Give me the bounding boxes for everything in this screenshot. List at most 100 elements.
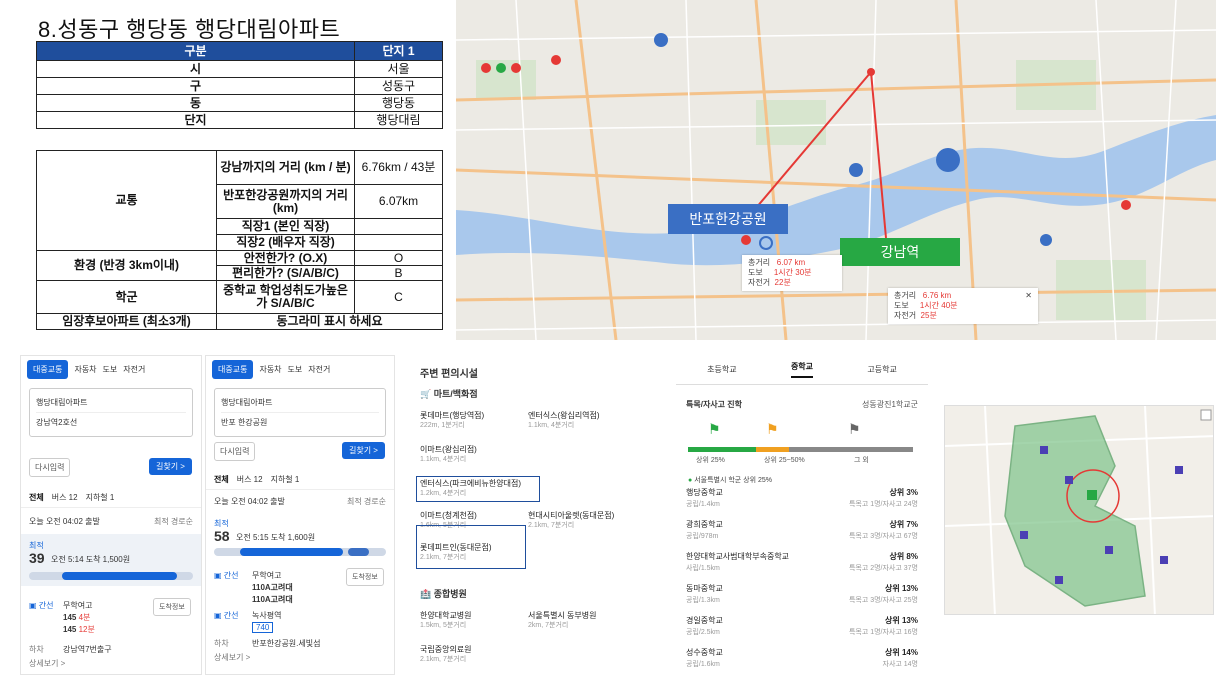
list-item[interactable]: 롯데피트인(동대문점) 2.1km, 7분거리 — [420, 543, 492, 563]
list-item[interactable]: 엔터식스(왕십리역점) 1.1km, 4분거리 — [528, 411, 600, 431]
rank-distribution-bar — [688, 447, 913, 452]
depart-time[interactable]: 오늘 오전 04:02 출발 — [29, 516, 100, 527]
detail-link[interactable]: 상세보기 > — [214, 652, 250, 663]
close-icon[interactable]: ✕ — [1025, 291, 1032, 301]
bus-item: 110A고려대 — [252, 595, 293, 604]
table-cell: 직장2 (배우자 직장) — [216, 234, 355, 251]
mode-transit-tab[interactable]: 대중교통 — [27, 359, 69, 379]
tab-bus[interactable]: 버스 12 — [52, 492, 78, 503]
legend-note: ● 서울특별시 학군 상위 25% — [688, 477, 772, 484]
list-item[interactable]: 성수중학교 공립/1.6km 상위 14% 자사고 14명 — [686, 647, 918, 673]
tab-high[interactable]: 고등학교 — [867, 364, 896, 375]
list-item[interactable]: 이마트(왕십리점) 1.1km, 4분거리 — [420, 445, 477, 465]
list-item[interactable]: 서울특별시 동부병원 2km, 7분거리 — [528, 611, 596, 631]
route-summary: 오전 5:14 도착 1,500원 — [51, 555, 131, 564]
mode-walk-tab[interactable]: 도보 — [103, 364, 118, 375]
mode-car-tab[interactable]: 자동차 — [259, 364, 281, 375]
transfer-stop: 녹사평역 — [252, 611, 282, 620]
table-cell: O — [354, 250, 443, 266]
tab-all[interactable]: 전체 — [29, 492, 44, 503]
mode-walk-tab[interactable]: 도보 — [288, 364, 303, 375]
table-header-cell: 구분 — [36, 41, 355, 61]
route-panel-banpo: 대중교통 자동차 도보 자전거 행당대림아파트 반포 한강공원 다시입력 길찾기… — [205, 355, 395, 675]
destination-input[interactable]: 강남역2호선 — [36, 413, 186, 432]
origin-input[interactable]: 행당대림아파트 — [36, 393, 186, 413]
tab-all[interactable]: 전체 — [214, 474, 229, 485]
table-cell: 단지 — [36, 111, 355, 129]
list-item[interactable]: 광희중학교 공립/978m 상위 7% 특목고 3명/자사고 67명 — [686, 519, 918, 545]
rank-flags: ⚑ ⚑ ⚑ — [688, 421, 918, 447]
table-cell — [354, 218, 443, 235]
page-title: 8.성동구 행당동 행당대림아파트 — [38, 17, 341, 42]
school-district-map[interactable] — [944, 405, 1214, 615]
list-item[interactable]: 한양대학교사범대학부속중학교 사립/1.5km 상위 8% 특목고 2명/자사고 37… — [686, 551, 918, 577]
sort-select[interactable]: 최적 경로순 — [347, 496, 386, 507]
list-item[interactable]: 엔터식스(파크에비뉴한양대점) 1.2km, 4분거리 — [420, 479, 521, 499]
table-cell: 강남까지의 거리 (km / 분) — [216, 150, 355, 185]
table-cell: 동 — [36, 94, 355, 112]
gangnam-distance-info: 총거리 6.76 km ✕ 도보 1시간 40분 자전거 25분 — [888, 288, 1038, 324]
evaluation-table: 교통 강남까지의 거리 (km / 분) 6.76km / 43분 반포한강공원까지… — [36, 150, 443, 330]
arrival-info-button[interactable]: 도착정보 — [346, 568, 384, 586]
sort-select[interactable]: 최적 경로순 — [154, 516, 193, 527]
table-row: 시 서울 — [36, 60, 443, 78]
list-item[interactable]: 롯데마트(행당역점) 222m, 1분거리 — [420, 411, 484, 431]
list-item[interactable]: 행당중학교 공립/1.4km 상위 3% 특목고 1명/자사고 24명 — [686, 487, 918, 513]
list-item[interactable]: 경일중학교 공립/2.5km 상위 13% 특목고 1명/자사고 16명 — [686, 615, 918, 641]
route-timeline-bar — [29, 572, 193, 580]
summary-table: 구분 단지 1 시 서울 구 성동구 동 행당동 단지 행당대림 — [36, 41, 443, 129]
alight-stop: 반포한강공원.세빛섬 — [252, 639, 321, 648]
tab-bus[interactable]: 버스 12 — [237, 474, 263, 485]
reset-button[interactable]: 다시입력 — [214, 442, 256, 461]
list-item[interactable]: 현대시티아울렛(동대문점) 2.1km, 7분거리 — [528, 511, 614, 531]
list-item[interactable]: 한양대학교병원 1.5km, 5분거리 — [420, 611, 472, 631]
reset-button[interactable]: 다시입력 — [29, 458, 71, 477]
list-item[interactable]: 국립중앙의료원 2.1km, 7분거리 — [420, 645, 472, 665]
search-button[interactable]: 길찾기 > — [149, 458, 192, 475]
table-row: 구 성동구 — [36, 77, 443, 95]
tab-elementary[interactable]: 초등학교 — [707, 364, 736, 375]
table-row: 단지 행당대림 — [36, 111, 443, 129]
table-cell: 안전한가? (O.X) — [216, 250, 355, 266]
table-cell: 행당대림 — [354, 111, 443, 129]
mode-bike-tab[interactable]: 자전거 — [123, 364, 145, 375]
district-map-canvas — [945, 406, 1213, 614]
mode-bike-tab[interactable]: 자전거 — [308, 364, 330, 375]
bus-icon: ▣ 간선 — [29, 601, 54, 610]
amenities-title: 주변 편의시설 — [420, 369, 478, 380]
mode-transit-tab[interactable]: 대중교통 — [212, 359, 254, 379]
bus-item: 740 — [252, 622, 274, 633]
route-input-box: 행당대림아파트 반포 한강공원 — [214, 388, 386, 437]
table-header-cell: 단지 1 — [354, 41, 443, 61]
tab-subway[interactable]: 지하철 1 — [271, 474, 300, 485]
bus-icon: ▣ 간선 — [214, 571, 239, 580]
flag-icon: ⚑ — [766, 421, 779, 437]
destination-input[interactable]: 반포 한강공원 — [221, 413, 379, 432]
region-label: 성동광진1학교군 — [862, 400, 918, 409]
table-cell: 성동구 — [354, 77, 443, 95]
table-cell: 동그라미 표시 하세요 — [216, 313, 443, 330]
banpo-label: 반포한강공원 — [668, 204, 788, 234]
table-cell: 임장후보아파트 (최소3개) — [36, 313, 217, 330]
tab-middle[interactable]: 중학교 — [790, 361, 814, 378]
mode-car-tab[interactable]: 자동차 — [74, 364, 96, 375]
alight-stop: 강남역7번출구 — [63, 645, 112, 654]
table-cell: 서울 — [354, 60, 443, 78]
flag-icon: ⚑ — [848, 421, 861, 437]
detail-link[interactable]: 상세보기 > — [29, 658, 65, 669]
depart-time[interactable]: 오늘 오전 04:02 출발 — [214, 496, 285, 507]
route-map[interactable]: 반포한강공원 강남역 총거리 6.07 km 도보 1시간 30분 자전거 22… — [456, 0, 1216, 340]
table-cell: 편리한가? (S/A/B/C) — [216, 265, 355, 281]
origin-input[interactable]: 행당대림아파트 — [221, 393, 379, 413]
table-header-row: 구분 단지 1 — [36, 41, 443, 61]
duration-minutes: 58 — [214, 528, 230, 544]
arrival-info-button[interactable]: 도착정보 — [153, 598, 191, 616]
tab-subway[interactable]: 지하철 1 — [86, 492, 115, 503]
route-panel-gangnam: 대중교통 자동차 도보 자전거 행당대림아파트 강남역2호선 다시입력 길찾기 … — [20, 355, 202, 675]
section-title: 특목/자사고 진학 — [686, 400, 742, 409]
board-stop: 무학여고 — [252, 571, 282, 580]
bus-item: 145 4분 — [63, 613, 91, 622]
list-item[interactable]: 동마중학교 공립/1.3km 상위 13% 특목고 3명/자사고 25명 — [686, 583, 918, 609]
search-button[interactable]: 길찾기 > — [342, 442, 385, 459]
alight-label: 하차 — [29, 645, 44, 654]
